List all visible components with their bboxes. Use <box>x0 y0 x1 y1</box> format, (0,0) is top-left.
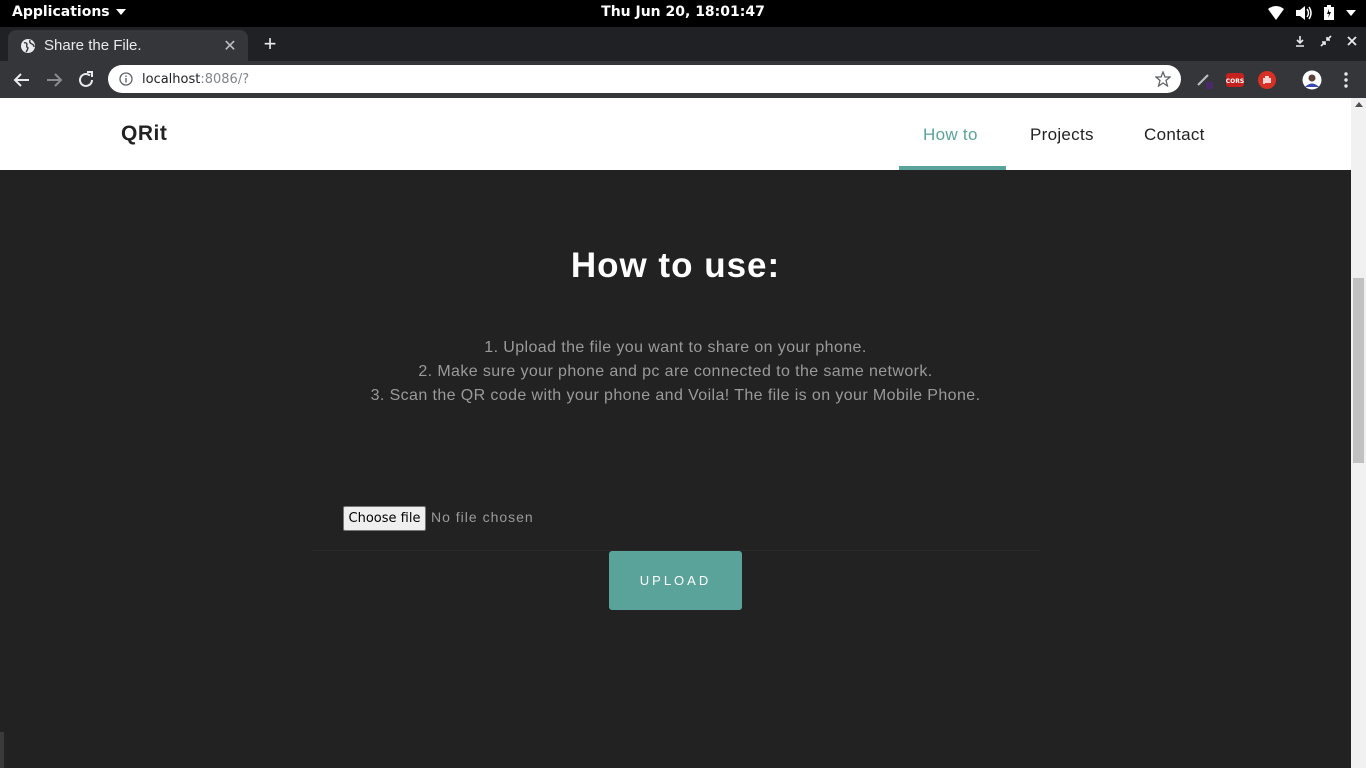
web-page: QRit How to Projects Contact How to use:… <box>0 98 1351 768</box>
page-scrollbar[interactable] <box>1351 98 1366 768</box>
wifi-icon <box>1268 5 1284 20</box>
applications-menu[interactable]: Applications <box>12 4 126 20</box>
scrollbar-thumb[interactable] <box>1353 278 1364 463</box>
volume-icon <box>1296 5 1312 20</box>
tab-strip: Share the File. ✕ + <box>0 27 1366 61</box>
svg-text:CORS: CORS <box>1226 78 1244 85</box>
choose-file-button[interactable]: Choose file <box>343 506 426 531</box>
system-status-area[interactable] <box>1268 5 1356 20</box>
info-icon[interactable] <box>119 72 133 86</box>
url-path: :8086/? <box>200 71 250 87</box>
forward-arrow-icon[interactable] <box>42 68 66 92</box>
system-menu-caret-icon <box>1346 9 1356 16</box>
pen-extension-icon[interactable] <box>1195 70 1215 90</box>
address-bar[interactable]: localhost:8086/? <box>108 65 1181 93</box>
scroll-up-arrow-icon[interactable] <box>1355 102 1363 107</box>
nav-link-contact[interactable]: Contact <box>1144 125 1205 145</box>
upload-button[interactable]: UPLOAD <box>609 551 742 610</box>
caret-down-icon <box>115 9 126 15</box>
system-top-bar: Applications Thu Jun 20, 18:01:47 <box>0 0 1366 27</box>
instruction-step: 3. Scan the QR code with your phone and … <box>370 387 981 404</box>
clock[interactable]: Thu Jun 20, 18:01:47 <box>601 4 765 20</box>
more-menu-icon[interactable] <box>1336 70 1356 90</box>
window-controls <box>1294 35 1358 47</box>
cors-extension-icon[interactable]: CORS <box>1225 70 1245 90</box>
nav-link-projects[interactable]: Projects <box>1030 125 1094 145</box>
nav-link-how-to[interactable]: How to <box>923 125 978 145</box>
instruction-step: 2. Make sure your phone and pc are conne… <box>418 363 933 380</box>
battery-icon <box>1324 5 1334 20</box>
hand-stop-extension-icon[interactable] <box>1257 70 1277 90</box>
instructions-list: 1. Upload the file you want to share on … <box>0 336 1351 408</box>
site-brand[interactable]: QRit <box>121 122 167 146</box>
file-status: No file chosen <box>431 509 534 525</box>
page-heading: How to use: <box>570 246 781 285</box>
tab-close-icon[interactable]: ✕ <box>220 36 240 56</box>
globe-icon <box>21 38 35 53</box>
restore-icon[interactable] <box>1320 35 1332 47</box>
applications-label: Applications <box>12 4 110 20</box>
reload-icon[interactable] <box>74 68 98 92</box>
tab-title: Share the File. <box>44 37 142 54</box>
minimize-icon[interactable] <box>1294 35 1306 47</box>
back-arrow-icon[interactable] <box>10 68 34 92</box>
site-navbar: QRit How to Projects Contact <box>0 98 1351 170</box>
close-window-icon[interactable] <box>1346 35 1358 47</box>
new-tab-button[interactable]: + <box>258 33 282 57</box>
url-text: localhost:8086/? <box>142 72 249 87</box>
page-corner-artifact <box>0 732 4 768</box>
active-nav-indicator <box>899 166 1006 170</box>
browser-tab[interactable]: Share the File. ✕ <box>8 30 248 61</box>
instruction-step: 1. Upload the file you want to share on … <box>484 339 867 356</box>
bookmark-star-icon[interactable] <box>1155 71 1171 87</box>
profile-avatar-icon[interactable] <box>1302 70 1322 90</box>
browser-toolbar: localhost:8086/? CORS <box>0 61 1366 98</box>
url-host: localhost <box>142 71 201 87</box>
